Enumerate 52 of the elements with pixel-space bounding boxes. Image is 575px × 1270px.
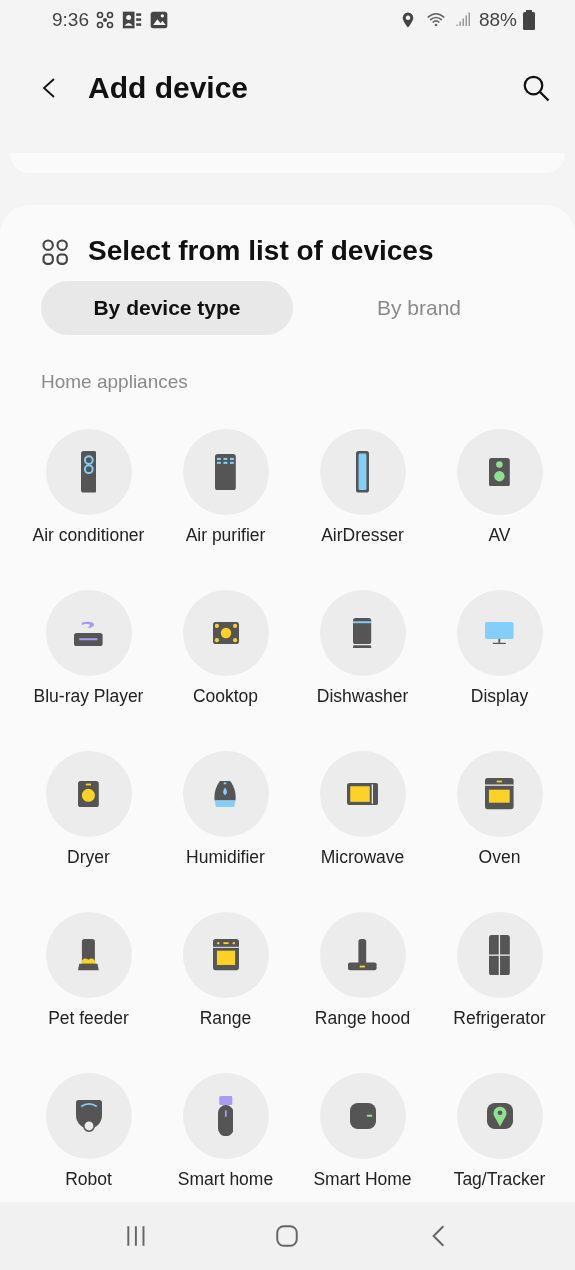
home-icon[interactable] [274, 1222, 301, 1250]
network-icon [95, 10, 115, 30]
device-label: Display [470, 686, 529, 707]
device-label: Microwave [320, 847, 405, 868]
category-heading: Home appliances [41, 371, 189, 393]
oven-icon [485, 778, 514, 810]
grid-icon [40, 237, 68, 265]
battery-percent: 88% [478, 9, 517, 31]
status-time: 9:36 [52, 9, 89, 31]
device-label: Range hood [314, 1008, 411, 1029]
device-label: Refrigerator [453, 1008, 546, 1029]
device-label: Cooktop [192, 686, 259, 707]
pet-feeder-icon [78, 939, 99, 971]
dishwasher-icon [353, 617, 372, 649]
image-icon [149, 10, 169, 30]
purifier-icon [215, 453, 236, 491]
humidifier-icon [214, 781, 237, 807]
device-label: AV [488, 525, 511, 546]
device-label: Air purifier [185, 525, 266, 546]
disc-player-icon [74, 620, 103, 646]
device-label: Smart Home [313, 1169, 412, 1190]
device-label: Air conditioner [32, 525, 145, 546]
device-label: AirDresser [321, 525, 404, 546]
device-label: Dryer [67, 847, 110, 868]
microwave-icon [346, 782, 379, 806]
speaker-icon [489, 457, 510, 487]
device-label: Oven [478, 847, 521, 868]
filter-tab[interactable]: By device type [41, 281, 293, 335]
device-label: Pet feeder [48, 1008, 129, 1029]
device-label: Range [199, 1008, 252, 1029]
device-label: Dishwasher [316, 686, 409, 707]
dryer-icon [78, 781, 99, 807]
device-label: Tag/Tracker [453, 1169, 546, 1190]
page-title: Add device [88, 70, 250, 105]
hub-icon [349, 1103, 376, 1129]
usb-stick-icon [217, 1095, 234, 1137]
robot-vacuum-icon [75, 1100, 102, 1132]
monitor-icon [485, 621, 514, 645]
cooktop-icon [212, 621, 239, 645]
section-title: Select from list of devices [88, 235, 434, 267]
device-label: Smart home [177, 1169, 274, 1190]
range-hood-icon [348, 939, 377, 971]
contact-card-icon [121, 10, 143, 30]
fridge-icon [489, 934, 510, 976]
cabinet-icon [356, 451, 369, 493]
device-label: Humidifier [186, 847, 265, 868]
remote-icon [80, 451, 97, 493]
battery-icon [523, 10, 535, 30]
range-icon [212, 939, 239, 971]
device-label: Robot [65, 1169, 112, 1190]
device-label: Blu-ray Player [33, 686, 144, 707]
tracker-icon [486, 1103, 513, 1129]
